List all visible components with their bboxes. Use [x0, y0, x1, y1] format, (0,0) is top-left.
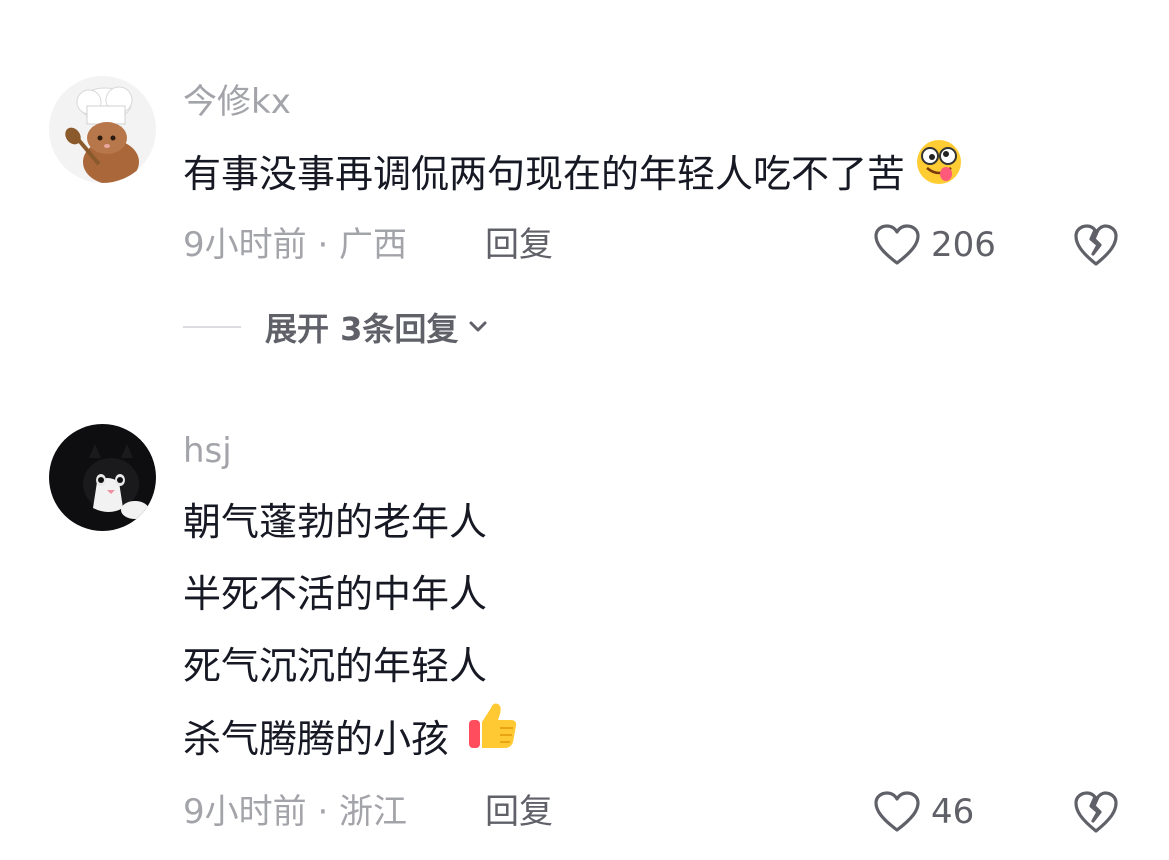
like-button[interactable]: 46	[873, 788, 974, 836]
comment-line: 杀气腾腾的小孩	[183, 702, 521, 774]
avatar[interactable]	[49, 424, 156, 531]
dislike-button[interactable]	[1072, 788, 1120, 836]
comment-line: 半死不活的中年人	[183, 572, 488, 616]
thumbs-up-emoji	[465, 698, 521, 777]
broken-heart-icon	[1074, 791, 1118, 833]
comment-line: 朝气蓬勃的老年人	[183, 500, 488, 544]
like-count: 46	[931, 792, 975, 832]
comment-text: 朝气蓬勃的老年人 半死不活的中年人 死气沉沉的年轻人 杀气腾腾的小孩	[183, 486, 521, 774]
reply-button[interactable]: 回复	[485, 790, 553, 834]
time-location: 9小时前 · 浙江	[183, 792, 408, 832]
comment-line: 死气沉沉的年轻人	[183, 644, 488, 688]
comment-item: hsj 朝气蓬勃的老年人 半死不活的中年人 死气沉沉的年轻人 杀气腾腾的小孩 9…	[0, 0, 1169, 860]
tuxedo-cat-avatar	[49, 424, 156, 531]
heart-outline-icon	[874, 791, 920, 832]
comment-meta: 9小时前 · 浙江 回复	[183, 790, 553, 834]
username[interactable]: hsj	[183, 431, 232, 471]
